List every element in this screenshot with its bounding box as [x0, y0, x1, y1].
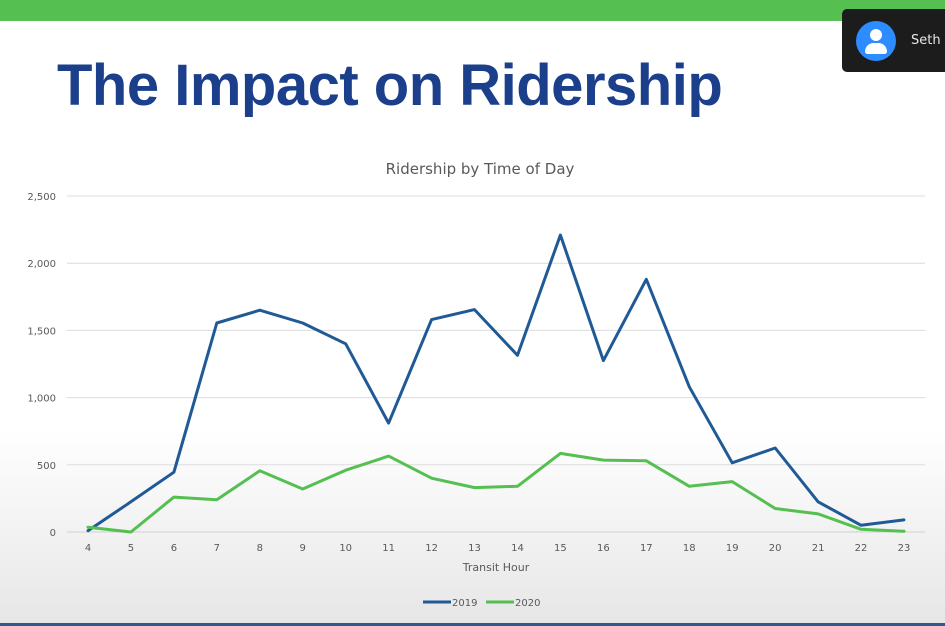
x-tick-label: 21	[812, 543, 825, 554]
x-tick-label: 23	[898, 543, 911, 554]
x-tick-label: 14	[511, 543, 524, 554]
legend-label-2020: 2020	[515, 598, 540, 609]
legend: 2019 2020	[423, 598, 540, 609]
x-tick-label: 5	[128, 543, 134, 554]
x-tick-label: 12	[425, 543, 438, 554]
ridership-chart: Ridership by Time of Day 0 500 1,000 1,500 2…	[27, 160, 925, 609]
x-tick-label: 10	[339, 543, 352, 554]
chart-title: Ridership by Time of Day	[386, 160, 575, 178]
x-tick-label: 13	[468, 543, 481, 554]
legend-label-2019: 2019	[452, 598, 477, 609]
x-tick-label: 17	[640, 543, 653, 554]
y-axis-ticks: 0 500 1,000 1,500 2,000 2,500	[27, 192, 56, 539]
x-tick-label: 18	[683, 543, 696, 554]
x-tick-label: 6	[171, 543, 177, 554]
x-tick-label: 15	[554, 543, 567, 554]
y-tick-label: 2,000	[27, 259, 56, 270]
y-tick-label: 500	[37, 461, 56, 472]
y-tick-label: 0	[50, 528, 56, 539]
x-axis-label: Transit Hour	[462, 561, 530, 574]
gridlines	[67, 195, 925, 533]
x-tick-label: 9	[300, 543, 306, 554]
x-tick-label: 11	[382, 543, 395, 554]
x-tick-label: 8	[257, 543, 263, 554]
x-tick-label: 4	[85, 543, 91, 554]
x-tick-label: 16	[597, 543, 610, 554]
y-tick-label: 2,500	[27, 192, 56, 203]
y-tick-label: 1,500	[27, 326, 56, 337]
series-lines	[86, 233, 906, 534]
x-tick-label: 20	[769, 543, 782, 554]
y-tick-label: 1,000	[27, 394, 56, 405]
x-axis-ticks: 4 5 6 7 8 9 10 11 12 13 14 15 16 17 18 19 20 21 22 23	[85, 543, 911, 554]
x-tick-label: 7	[214, 543, 220, 554]
x-tick-label: 22	[855, 543, 868, 554]
x-tick-label: 19	[726, 543, 739, 554]
